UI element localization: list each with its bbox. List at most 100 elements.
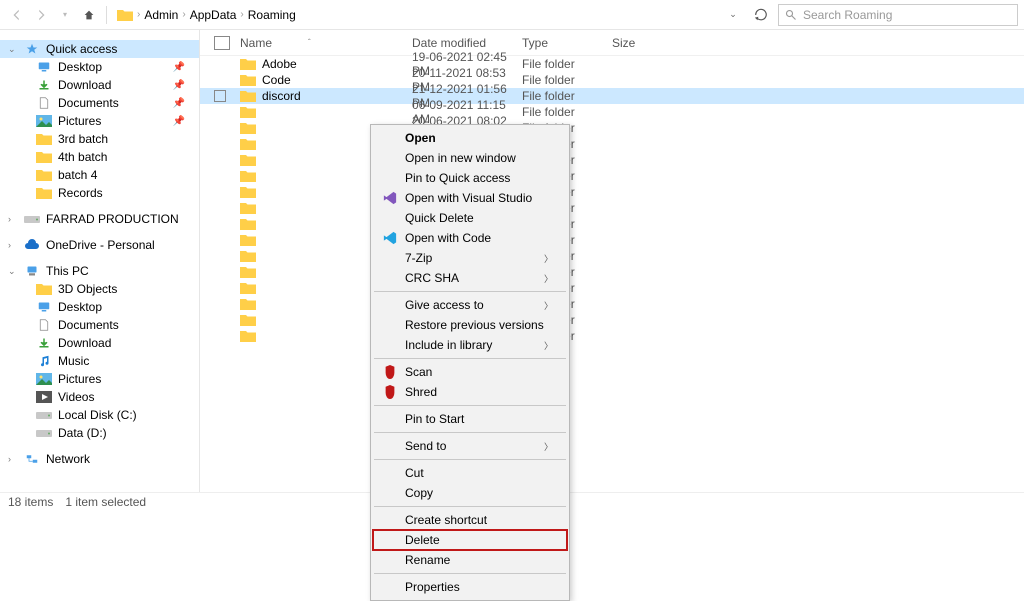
file-row[interactable]: Adobe 19-06-2021 02:45 PM File folder bbox=[200, 56, 1024, 72]
item-icon bbox=[36, 187, 52, 199]
menu-item-label: CRC SHA bbox=[405, 271, 538, 285]
search-input[interactable]: Search Roaming bbox=[778, 4, 1018, 26]
menu-item-delete[interactable]: Delete bbox=[373, 530, 567, 550]
file-row[interactable]: 04-08-2021 12:38 PM File folder bbox=[200, 248, 1024, 264]
file-row[interactable]: 20-06-2021 08:02 AM File folder bbox=[200, 120, 1024, 136]
column-header-name[interactable]: Name ˆ bbox=[240, 36, 412, 50]
sidebar-item[interactable]: Records bbox=[0, 184, 199, 202]
menu-separator bbox=[374, 432, 566, 433]
menu-item-include-in-library[interactable]: Include in library〉 bbox=[373, 335, 567, 355]
file-row[interactable]: 06-09-2021 11:15 AM File folder bbox=[200, 104, 1024, 120]
file-row[interactable]: H 23-07-2021 08:09 PM File folder bbox=[200, 232, 1024, 248]
menu-separator bbox=[374, 506, 566, 507]
file-row[interactable]: 19-06-2021 03:23 PM File folder bbox=[200, 184, 1024, 200]
file-row[interactable]: 16-08-2021 02:32 PM File folder bbox=[200, 280, 1024, 296]
menu-item-pin-to-start[interactable]: Pin to Start bbox=[373, 409, 567, 429]
nav-recent-dropdown[interactable]: ▾ bbox=[54, 4, 76, 26]
context-menu: OpenOpen in new windowPin to Quick acces… bbox=[370, 124, 570, 601]
menu-item-open-in-new-window[interactable]: Open in new window bbox=[373, 148, 567, 168]
menu-item-cut[interactable]: Cut bbox=[373, 463, 567, 483]
sidebar-item[interactable]: Videos bbox=[0, 388, 199, 406]
breadcrumb-segment[interactable]: AppData bbox=[190, 8, 237, 22]
menu-item-open-with-visual-studio[interactable]: Open with Visual Studio bbox=[373, 188, 567, 208]
menu-item-7-zip[interactable]: 7-Zip〉 bbox=[373, 248, 567, 268]
menu-item-label: Include in library bbox=[405, 338, 538, 352]
select-all-checkbox[interactable] bbox=[214, 36, 230, 50]
folder-icon bbox=[240, 58, 256, 70]
sidebar-quick-access[interactable]: ⌄ Quick access bbox=[0, 40, 199, 58]
nav-up-button[interactable] bbox=[78, 4, 100, 26]
sidebar-item[interactable]: Download📌 bbox=[0, 76, 199, 94]
sidebar-onedrive[interactable]: › OneDrive - Personal bbox=[0, 236, 199, 254]
file-row[interactable]: 19-06-2021 07:21 PM File folder bbox=[200, 312, 1024, 328]
column-header-size[interactable]: Size bbox=[612, 36, 672, 50]
sidebar-item[interactable]: Documents bbox=[0, 316, 199, 334]
file-row[interactable]: 13-12-2021 04:05 PM File folder bbox=[200, 152, 1024, 168]
sidebar-item[interactable]: Music bbox=[0, 352, 199, 370]
sidebar-item[interactable]: batch 4 bbox=[0, 166, 199, 184]
sidebar-item-label: 4th batch bbox=[58, 150, 107, 164]
sidebar-item[interactable]: Desktop📌 bbox=[0, 58, 199, 76]
file-row[interactable]: 08-07-2021 10:46 AM File folder bbox=[200, 200, 1024, 216]
item-icon bbox=[36, 409, 52, 421]
sidebar-item[interactable]: Data (D:) bbox=[0, 424, 199, 442]
menu-item-copy[interactable]: Copy bbox=[373, 483, 567, 503]
sidebar-item[interactable]: Local Disk (C:) bbox=[0, 406, 199, 424]
menu-item-pin-to-quick-access[interactable]: Pin to Quick access bbox=[373, 168, 567, 188]
search-icon bbox=[785, 9, 797, 21]
breadcrumb-segment[interactable]: Roaming bbox=[248, 8, 296, 22]
nav-forward-button[interactable] bbox=[30, 4, 52, 26]
file-row[interactable]: 06-09-2021 01:11 PM File folder bbox=[200, 328, 1024, 344]
file-row[interactable]: 16-11-2021 04:05 PM File folder bbox=[200, 136, 1024, 152]
file-row[interactable]: 21-12-2021 09:00 AM File folder bbox=[200, 264, 1024, 280]
menu-item-scan[interactable]: Scan bbox=[373, 362, 567, 382]
breadcrumb-segment[interactable]: Admin bbox=[144, 8, 178, 22]
column-header-type[interactable]: Type bbox=[522, 36, 612, 50]
cloud-icon bbox=[24, 239, 40, 251]
file-type: File folder bbox=[522, 105, 612, 119]
pin-icon: 📌 bbox=[173, 62, 185, 73]
file-row[interactable]: 23-08-2021 11:19 AM File folder bbox=[200, 296, 1024, 312]
sidebar-item[interactable]: Desktop bbox=[0, 298, 199, 316]
file-row[interactable]: discord 21-12-2021 01:56 PM File folder bbox=[200, 88, 1024, 104]
nav-back-button[interactable] bbox=[6, 4, 28, 26]
menu-item-properties[interactable]: Properties bbox=[373, 577, 567, 597]
submenu-arrow-icon: 〉 bbox=[544, 299, 553, 312]
breadcrumb-dropdown[interactable]: ⌄ bbox=[722, 4, 744, 26]
menu-item-open[interactable]: Open bbox=[373, 128, 567, 148]
file-row[interactable]: 23-07-2021 08:02 PM File folder bbox=[200, 216, 1024, 232]
breadcrumb[interactable]: › Admin › AppData › Roaming bbox=[113, 4, 720, 26]
network-icon bbox=[24, 453, 40, 465]
menu-item-send-to[interactable]: Send to〉 bbox=[373, 436, 567, 456]
menu-item-rename[interactable]: Rename bbox=[373, 550, 567, 570]
sidebar-item[interactable]: Pictures📌 bbox=[0, 112, 199, 130]
sort-ascending-icon: ˆ bbox=[308, 38, 311, 47]
column-header-date[interactable]: Date modified bbox=[412, 36, 522, 50]
file-row[interactable]: 05-08-2021 01:09 PM File folder bbox=[200, 168, 1024, 184]
sidebar-item-label: Documents bbox=[58, 96, 119, 110]
menu-item-restore-previous-versions[interactable]: Restore previous versions bbox=[373, 315, 567, 335]
folder-icon bbox=[240, 266, 256, 278]
row-checkbox[interactable] bbox=[214, 90, 226, 102]
sidebar-item[interactable]: 3rd batch bbox=[0, 130, 199, 148]
sidebar-item[interactable]: Documents📌 bbox=[0, 94, 199, 112]
file-row[interactable]: Code 20-11-2021 08:53 PM File folder bbox=[200, 72, 1024, 88]
menu-item-give-access-to[interactable]: Give access to〉 bbox=[373, 295, 567, 315]
pin-icon: 📌 bbox=[173, 80, 185, 91]
refresh-button[interactable] bbox=[750, 4, 772, 26]
sidebar-this-pc[interactable]: ⌄ This PC bbox=[0, 262, 199, 280]
sidebar-network[interactable]: › Network bbox=[0, 450, 199, 468]
sidebar-label: Quick access bbox=[46, 42, 117, 56]
sidebar-item[interactable]: 4th batch bbox=[0, 148, 199, 166]
menu-item-open-with-code[interactable]: Open with Code bbox=[373, 228, 567, 248]
item-icon bbox=[36, 151, 52, 163]
sidebar-item[interactable]: Download bbox=[0, 334, 199, 352]
menu-item-quick-delete[interactable]: Quick Delete bbox=[373, 208, 567, 228]
menu-item-crc-sha[interactable]: CRC SHA〉 bbox=[373, 268, 567, 288]
sidebar-item[interactable]: Pictures bbox=[0, 370, 199, 388]
item-icon bbox=[36, 79, 52, 91]
menu-item-shred[interactable]: Shred bbox=[373, 382, 567, 402]
menu-item-create-shortcut[interactable]: Create shortcut bbox=[373, 510, 567, 530]
sidebar-item[interactable]: 3D Objects bbox=[0, 280, 199, 298]
sidebar-farrad[interactable]: › FARRAD PRODUCTION bbox=[0, 210, 199, 228]
